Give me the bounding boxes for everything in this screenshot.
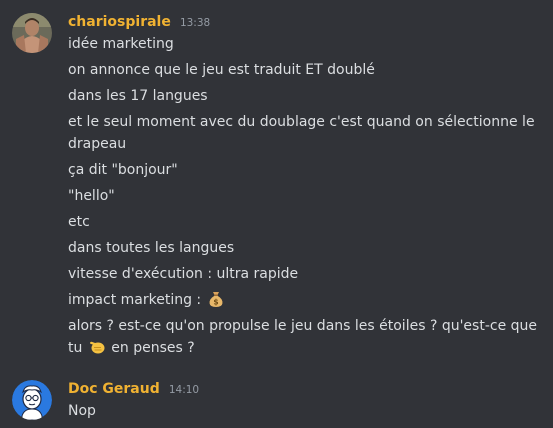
user-photo-avatar-icon [12, 13, 52, 53]
message-header: Doc Geraud 14:10 [68, 378, 199, 397]
message-line: Nop [68, 403, 96, 419]
impact-text: impact marketing : [68, 292, 206, 308]
message-line: on annonce que le jeu est traduit ET dou… [68, 62, 375, 78]
message-line: et le seul moment avec du doublage c'est… [68, 114, 535, 152]
author-name[interactable]: chariospirale [68, 14, 171, 30]
message-line: alors ? est-ce qu'on propulse le jeu dan… [68, 315, 538, 359]
timestamp[interactable]: 13:38 [180, 17, 210, 29]
message-line: vitesse d'exécution : ultra rapide [68, 266, 299, 282]
last-line-after: en penses ? [106, 340, 195, 356]
message-line: idée marketing [68, 36, 174, 52]
message-line: ça dit "bonjour" [68, 162, 178, 178]
svg-text:$: $ [213, 298, 218, 307]
message-line: impact marketing : $ [68, 289, 538, 311]
timestamp[interactable]: 14:10 [169, 384, 199, 396]
pointing-hand-emoji-icon[interactable] [88, 338, 106, 356]
message-line: dans les 17 langues [68, 88, 208, 104]
message-line: etc [68, 214, 90, 230]
money-bag-emoji-icon[interactable]: $ [207, 290, 225, 308]
author-name[interactable]: Doc Geraud [68, 381, 160, 397]
avatar[interactable] [12, 13, 52, 53]
avatar[interactable] [12, 380, 52, 420]
message-line: "hello" [68, 188, 115, 204]
message-line: dans toutes les langues [68, 240, 235, 256]
cartoon-doctor-avatar-icon [12, 380, 52, 420]
message-header: chariospirale 13:38 [68, 11, 210, 30]
chat-message-list: chariospirale 13:38 idée marketing on an… [0, 0, 553, 428]
